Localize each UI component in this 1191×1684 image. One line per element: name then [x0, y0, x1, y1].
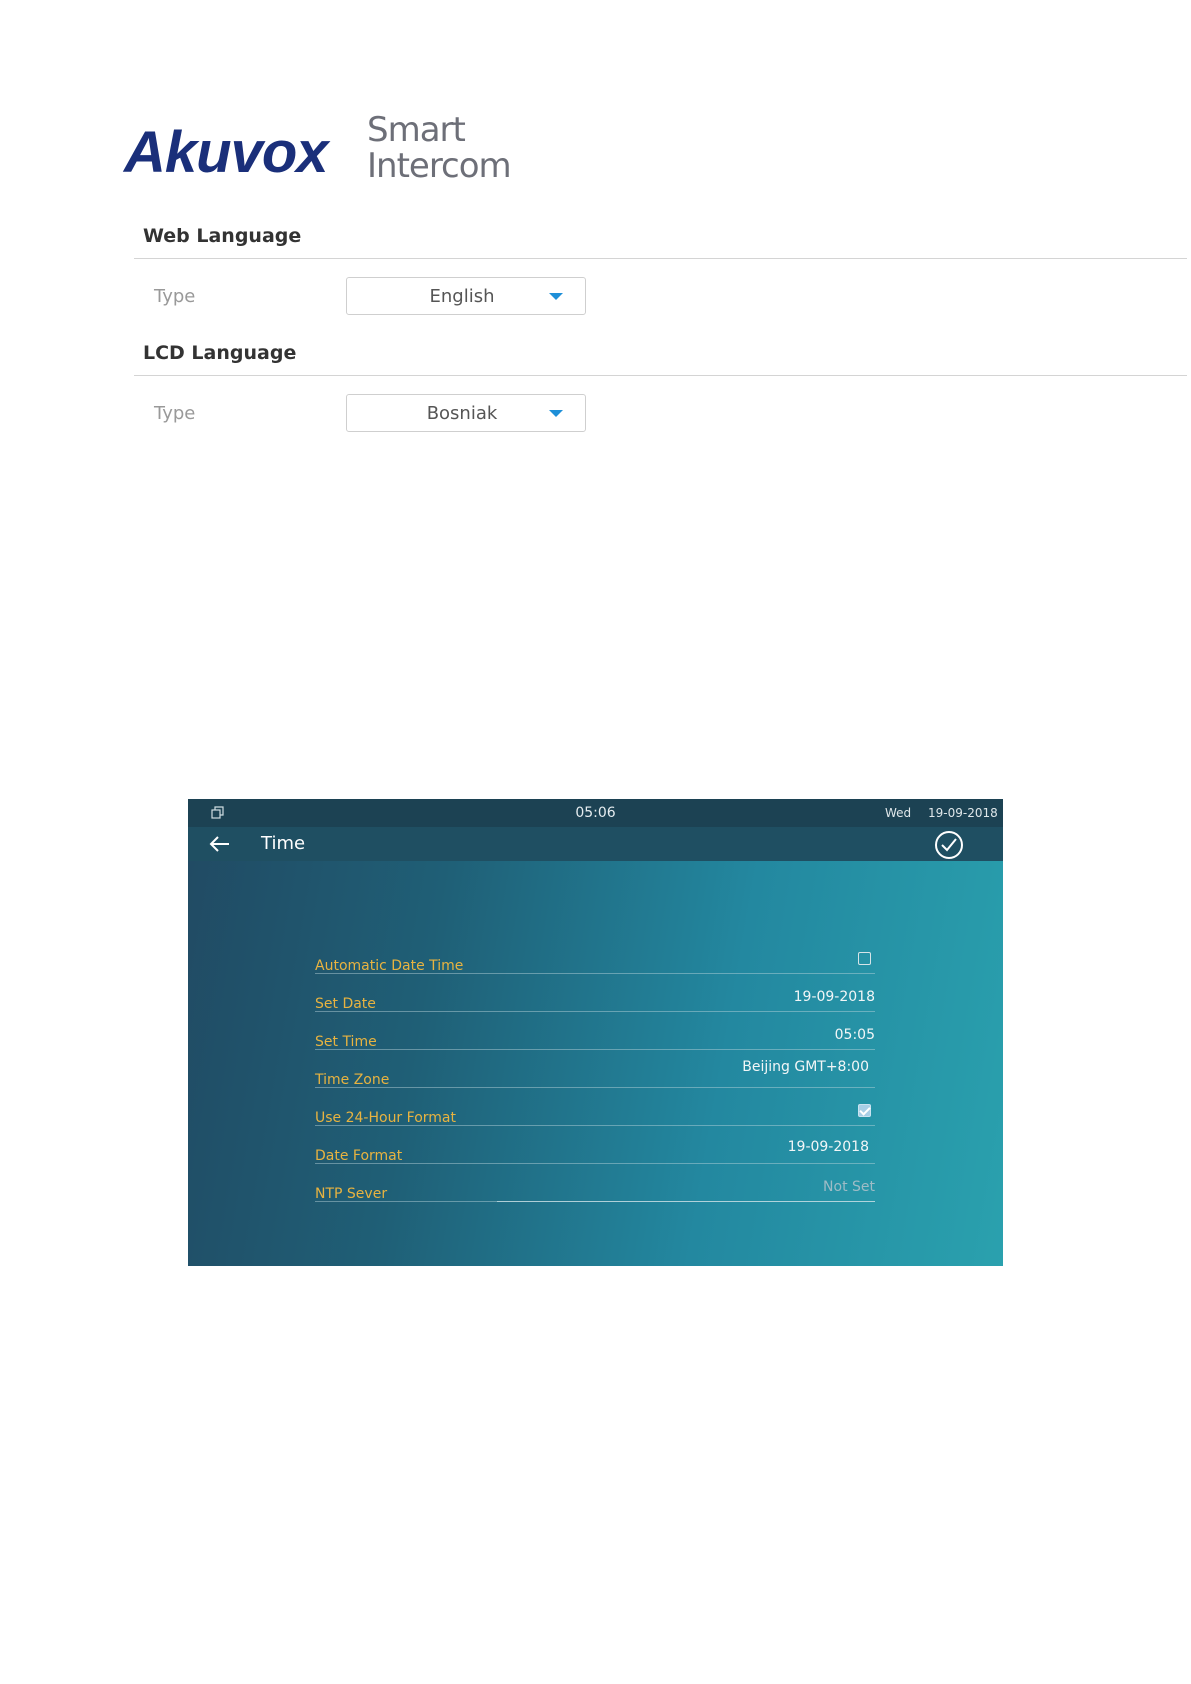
- lcd-language-select[interactable]: Bosniak: [346, 394, 586, 432]
- row-time-zone[interactable]: Time Zone Beijing GMT+8:00: [315, 1058, 875, 1088]
- use-24-hour-format-label: Use 24-Hour Format: [315, 1110, 456, 1126]
- section-divider: [134, 375, 1187, 376]
- page-title: Time: [261, 833, 306, 854]
- logo-tagline-line1: Smart: [367, 110, 466, 150]
- row-automatic-date-time[interactable]: Automatic Date Time: [315, 944, 875, 974]
- ntp-server-label: NTP Sever: [315, 1186, 388, 1202]
- date-format-label: Date Format: [315, 1148, 403, 1164]
- logo-tagline-line2: Intercom: [367, 146, 512, 186]
- status-day: Wed: [885, 806, 912, 820]
- set-time-label: Set Time: [315, 1034, 377, 1050]
- row-divider: [315, 1011, 875, 1012]
- lcd-language-selected-value: Bosniak: [426, 403, 498, 424]
- row-date-format[interactable]: Date Format 19-09-2018: [315, 1134, 875, 1164]
- set-date-label: Set Date: [315, 996, 376, 1012]
- row-divider: [315, 973, 875, 974]
- ntp-server-input[interactable]: Not Set: [497, 1177, 875, 1202]
- web-language-type-label: Type: [154, 286, 196, 307]
- row-set-time[interactable]: Set Time 05:05: [315, 1020, 875, 1050]
- date-format-value: 19-09-2018: [787, 1139, 869, 1155]
- row-use-24-hour-format[interactable]: Use 24-Hour Format: [315, 1096, 875, 1126]
- section-divider: [134, 258, 1187, 259]
- status-date: 19-09-2018: [928, 806, 998, 820]
- lcd-language-type-label: Type: [154, 403, 196, 424]
- title-bar: Time: [188, 827, 1003, 861]
- row-divider: [315, 1163, 875, 1164]
- web-language-title: Web Language: [143, 225, 302, 247]
- ntp-server-placeholder: Not Set: [823, 1179, 875, 1195]
- device-time-screen: 05:06 Wed 19-09-2018 Time Automatic Date…: [188, 799, 1003, 1266]
- time-zone-label: Time Zone: [315, 1072, 390, 1088]
- use-24-hour-format-checkbox[interactable]: [858, 1104, 871, 1117]
- row-divider: [315, 1049, 875, 1050]
- row-set-date[interactable]: Set Date 19-09-2018: [315, 982, 875, 1012]
- akuvox-logo: Akuvox Smart Intercom: [124, 110, 524, 186]
- row-divider: [315, 1125, 875, 1126]
- set-date-value: 19-09-2018: [793, 989, 875, 1005]
- time-zone-value: Beijing GMT+8:00: [742, 1059, 869, 1075]
- check-circle-icon[interactable]: [934, 830, 964, 860]
- set-time-value: 05:05: [834, 1027, 875, 1043]
- automatic-date-time-label: Automatic Date Time: [315, 958, 464, 974]
- lcd-language-title: LCD Language: [143, 342, 297, 364]
- status-bar: 05:06 Wed 19-09-2018: [188, 799, 1003, 827]
- status-time: 05:06: [575, 805, 616, 821]
- dropdown-arrow-icon: [549, 410, 563, 417]
- row-ntp-server: NTP Sever Not Set: [315, 1172, 875, 1202]
- web-language-select[interactable]: English: [346, 277, 586, 315]
- logo-tagline: Smart Intercom: [367, 110, 512, 186]
- automatic-date-time-checkbox[interactable]: [858, 952, 871, 965]
- row-divider: [315, 1201, 875, 1202]
- back-arrow-icon[interactable]: [208, 835, 232, 853]
- logo-brand: Akuvox: [124, 120, 329, 185]
- dropdown-arrow-icon: [549, 293, 563, 300]
- web-language-selected-value: English: [429, 286, 495, 307]
- row-divider: [315, 1087, 875, 1088]
